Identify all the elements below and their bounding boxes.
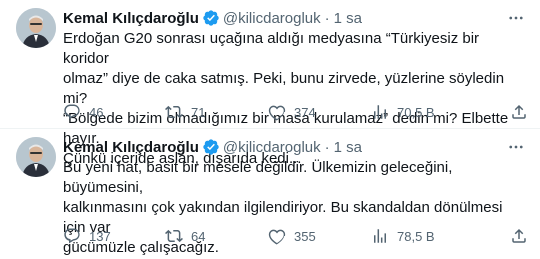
author-handle[interactable]: @kilicdarogluk [223, 10, 321, 27]
heart-icon [268, 229, 286, 245]
reply-button[interactable]: 46 [63, 103, 103, 121]
like-count: 355 [294, 228, 316, 244]
timestamp[interactable]: 1 sa [334, 139, 362, 156]
separator-dot: · [324, 138, 330, 156]
tweet[interactable]: Kemal Kılıçdaroğlu @kilicdarogluk · 1 sa… [0, 0, 540, 167]
views-chart-icon [374, 105, 386, 119]
retweet-button[interactable]: 64 [165, 227, 205, 245]
timestamp[interactable]: 1 sa [334, 10, 362, 27]
retweet-count: 64 [191, 228, 206, 244]
share-button[interactable] [510, 227, 528, 245]
more-options-icon[interactable] [504, 135, 528, 159]
views-chart-icon [374, 229, 386, 243]
reply-button[interactable]: 137 [63, 227, 111, 245]
heart-icon [268, 105, 286, 121]
views-count: 70,5 B [397, 104, 435, 120]
verified-badge-icon [202, 138, 220, 156]
like-button[interactable]: 374 [268, 103, 316, 121]
reply-count: 46 [89, 104, 104, 120]
tweet[interactable]: Kemal Kılıçdaroğlu @kilicdarogluk · 1 sa… [0, 129, 540, 259]
author-name[interactable]: Kemal Kılıçdaroğlu [63, 10, 199, 27]
retweet-count: 71 [191, 104, 206, 120]
reply-count: 137 [89, 228, 111, 244]
views-count: 78,5 B [397, 228, 435, 244]
share-icon [512, 228, 526, 243]
tweet-header: Kemal Kılıçdaroğlu @kilicdarogluk · 1 sa [63, 137, 528, 157]
author-name[interactable]: Kemal Kılıçdaroğlu [63, 139, 199, 156]
more-options-icon[interactable] [504, 6, 528, 30]
share-icon [512, 104, 526, 119]
like-button[interactable]: 355 [268, 227, 316, 245]
verified-badge-icon [202, 9, 220, 27]
share-button[interactable] [510, 103, 528, 121]
reply-icon [64, 104, 80, 120]
separator-dot: · [324, 9, 330, 27]
author-handle[interactable]: @kilicdarogluk [223, 139, 321, 156]
avatar[interactable] [16, 8, 56, 48]
reply-icon [64, 228, 80, 244]
avatar[interactable] [16, 137, 56, 177]
retweet-icon [165, 229, 183, 243]
tweet-header: Kemal Kılıçdaroğlu @kilicdarogluk · 1 sa [63, 8, 528, 28]
retweet-icon [165, 105, 183, 119]
retweet-button[interactable]: 71 [165, 103, 205, 121]
views-button[interactable]: 70,5 B [371, 103, 435, 121]
views-button[interactable]: 78,5 B [371, 227, 435, 245]
like-count: 374 [294, 104, 316, 120]
